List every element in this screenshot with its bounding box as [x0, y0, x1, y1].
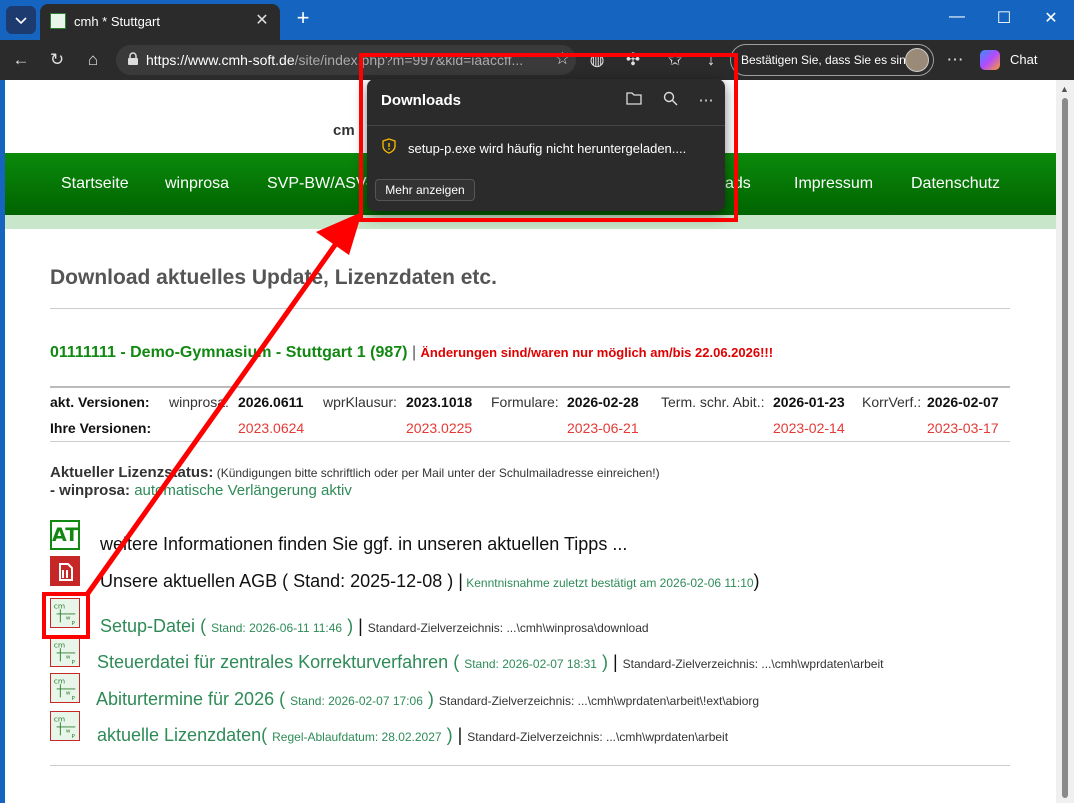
svg-text:w: w	[66, 655, 71, 661]
download-item-warning[interactable]: setup-p.exe wird häufig nicht herunterge…	[408, 141, 686, 156]
nav-item-impressum[interactable]: Impressum	[794, 175, 873, 193]
divider	[50, 441, 1010, 442]
tab-title: cmh * Stuttgart	[74, 14, 160, 29]
svg-text:cm: cm	[54, 640, 65, 649]
new-tab-button[interactable]: +	[290, 6, 316, 32]
download-license-line: aktuelle Lizenzdaten( Regel-Ablaufdatum:…	[97, 725, 729, 745]
downloads-flyout: Downloads ⋯ setup-p.exe wird häufig nich…	[367, 79, 725, 211]
profile-confirm-label: Bestätigen Sie, dass Sie es sind	[741, 53, 913, 67]
site-logo-text: cm	[333, 122, 355, 139]
site-favicon-icon	[50, 13, 66, 29]
download-setup-line: Setup-Datei ( Stand: 2026-06-11 11:46 ) …	[100, 616, 649, 636]
favorite-star-icon[interactable]: ☆	[555, 49, 570, 69]
license-status-link[interactable]: automatische Verlängerung aktiv	[134, 482, 352, 499]
more-options-icon[interactable]: ⋯	[696, 91, 716, 109]
maximize-button[interactable]: ☐	[989, 8, 1019, 28]
license-status-line: - winprosa: automatische Verlängerung ak…	[50, 482, 352, 499]
refresh-icon[interactable]: ↻	[44, 48, 70, 72]
svg-text:cm: cm	[54, 714, 65, 723]
copilot-icon	[980, 50, 1000, 70]
svg-text:cm: cm	[54, 676, 65, 685]
download-abitur-line: Abiturtermine für 2026 ( Stand: 2026-02-…	[96, 689, 760, 709]
svg-text:P: P	[72, 660, 76, 666]
svg-text:cm: cm	[54, 601, 65, 610]
tips-line[interactable]: weitere Informationen finden Sie ggf. in…	[100, 534, 627, 555]
agb-acknowledged: Kenntnisnahme zuletzt bestätigt am 2026-…	[462, 576, 754, 590]
profile-confirm-button[interactable]: Bestätigen Sie, dass Sie es sind	[730, 44, 934, 76]
setup-file-link[interactable]: Setup-Datei	[100, 616, 195, 636]
nav-item-datenschutz[interactable]: Datenschutz	[911, 175, 1000, 193]
change-deadline-warning: Änderungen sind/waren nur möglich am/bis…	[420, 345, 774, 360]
divider	[50, 765, 1010, 766]
scroll-up-icon[interactable]: ▲	[1060, 84, 1069, 94]
nav-item-startseite[interactable]: Startseite	[61, 175, 129, 193]
avatar	[905, 48, 929, 72]
back-icon[interactable]: ←	[8, 48, 34, 72]
chat-label: Chat	[1010, 52, 1038, 67]
show-more-button[interactable]: Mehr anzeigen	[375, 179, 475, 201]
svg-text:w: w	[66, 616, 71, 622]
close-window-button[interactable]: ✕	[1036, 8, 1066, 28]
download-korrektur-line: Steuerdatei für zentrales Korrekturverfa…	[97, 652, 884, 672]
browser-toolbar: ← ↻ ⌂ https://www.cmh-soft.de/site/index…	[0, 40, 1074, 80]
search-icon[interactable]	[660, 91, 680, 110]
agb-document-icon[interactable]	[50, 556, 80, 586]
puzzle-icon[interactable]: ✣	[620, 48, 646, 72]
page-scrollbar[interactable]: ▲	[1056, 80, 1074, 803]
open-folder-icon[interactable]	[624, 91, 644, 109]
svg-text:w: w	[66, 729, 71, 735]
cmh-file-icon[interactable]: cm w P	[50, 637, 80, 667]
divider	[50, 386, 1010, 388]
license-data-link[interactable]: aktuelle Lizenzdaten	[97, 725, 261, 745]
svg-text:P: P	[72, 734, 76, 740]
divider	[367, 125, 725, 126]
downloads-title: Downloads	[381, 92, 462, 109]
browser-tab[interactable]: cmh * Stuttgart ✕	[40, 4, 280, 40]
divider	[50, 308, 1010, 309]
svg-text:P: P	[72, 621, 76, 627]
download-icon[interactable]: ↓	[698, 48, 724, 72]
minimize-button[interactable]: —	[942, 8, 972, 26]
tips-at-icon[interactable]: AT	[50, 520, 80, 550]
cmh-file-icon[interactable]: cm w P	[50, 598, 80, 628]
navbar-strip	[5, 215, 1056, 229]
page-title: Download aktuelles Update, Lizenzdaten e…	[50, 266, 497, 289]
tab-actions-button[interactable]	[6, 6, 36, 34]
title-bar: cmh * Stuttgart ✕ + — ☐ ✕	[0, 0, 1074, 40]
lock-icon	[128, 52, 138, 65]
extension-icon[interactable]: ◍	[584, 48, 610, 72]
school-name: 01111111 - Demo-Gymnasium - Stuttgart 1 …	[50, 344, 408, 361]
close-tab-icon[interactable]: ✕	[252, 10, 272, 30]
license-status-title: Aktueller Lizenzstatus: (Kündigungen bit…	[50, 464, 660, 481]
favorites-icon[interactable]: ✩	[662, 48, 688, 72]
abitur-file-link[interactable]: Abiturtermine für 2026	[96, 689, 274, 709]
nav-item-svp[interactable]: SVP-BW/ASV-B	[267, 175, 382, 193]
url-text: https://www.cmh-soft.de/site/index.php?m…	[146, 52, 524, 68]
svg-text:P: P	[72, 696, 76, 702]
shield-warning-icon	[382, 138, 396, 154]
nav-item-winprosa[interactable]: winprosa	[165, 175, 229, 193]
korrektur-file-link[interactable]: Steuerdatei für zentrales Korrekturverfa…	[97, 652, 448, 672]
chevron-down-icon	[15, 17, 27, 25]
cmh-file-icon[interactable]: cm w P	[50, 673, 80, 703]
school-line: 01111111 - Demo-Gymnasium - Stuttgart 1 …	[50, 344, 774, 361]
home-icon[interactable]: ⌂	[80, 48, 106, 72]
cmh-file-icon[interactable]: cm w P	[50, 711, 80, 741]
agb-line: Unsere aktuellen AGB ( Stand: 2025-12-08…	[100, 571, 760, 591]
scroll-thumb[interactable]	[1062, 98, 1068, 798]
address-bar[interactable]: https://www.cmh-soft.de/site/index.php?m…	[116, 45, 576, 75]
svg-text:w: w	[66, 691, 71, 697]
more-options-icon[interactable]: ⋯	[942, 48, 968, 72]
nav-item-downloads[interactable]: ads	[725, 175, 751, 193]
